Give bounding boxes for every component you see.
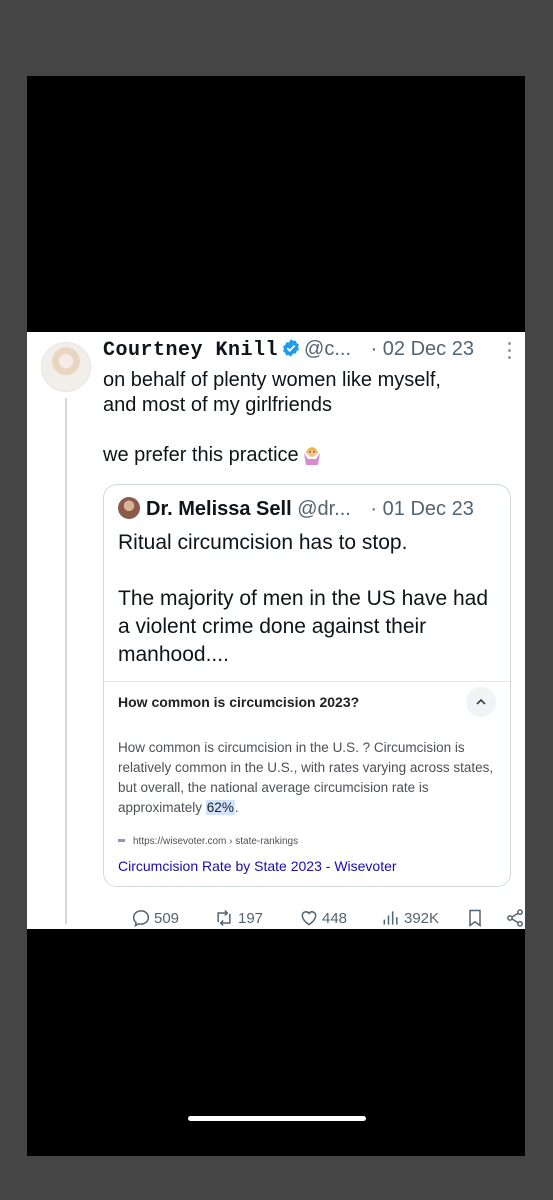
tweet-header: Courtney Knill @c... · 02 Dec 23 [103,338,523,368]
action-bar: 509 197 448 392K [103,908,523,932]
author-handle[interactable]: @c... [304,338,351,360]
retweet-count: 197 [238,909,264,927]
card-body: How common is circumcision in the U.S. ?… [118,738,498,818]
quote-text: Ritual circumcision has to stop. The maj… [118,531,489,666]
woman-shrugging-emoji-icon [302,445,322,465]
author-avatar[interactable] [41,342,91,392]
quote-date: · 01 Dec 23 [370,498,474,520]
verified-badge-icon [281,338,301,364]
quote-author-avatar [118,497,140,519]
retweet-icon [217,909,231,927]
card-link: Circumcision Rate by State 2023 - Wisevo… [118,858,397,874]
thread-line [65,398,67,924]
share-icon [507,909,523,927]
like-count: 448 [322,909,348,927]
share-button[interactable] [505,908,528,928]
card-body-text: How common is circumcision in the U.S. ?… [118,740,494,815]
card-source: https://wisevoter.com › state-rankings [118,836,298,847]
embedded-search-card: How common is circumcision 2023? How com… [104,681,510,886]
quote-header: Dr. Melissa Sell @dr... · 01 Dec 23 [118,497,503,521]
author-name[interactable]: Courtney Knill [103,339,278,362]
card-title: How common is circumcision 2023? [118,694,360,710]
home-indicator[interactable] [188,1116,366,1121]
view-count: 392K [404,909,440,927]
tweet-date[interactable]: · 02 Dec 23 [371,338,474,360]
tweet-text-content: on behalf of plenty women like myself, a… [103,369,441,466]
phone-screen: Courtney Knill @c... · 02 Dec 23 on behal… [27,76,525,1156]
tweet-text: on behalf of plenty women like myself, a… [103,368,513,468]
views-chart-icon [383,911,398,925]
card-body-end: . [234,800,239,815]
bookmark-button[interactable] [465,908,488,928]
retweet-button[interactable]: 197 [213,908,263,928]
heart-icon [301,911,317,926]
chevron-up-icon [466,687,496,717]
more-options-icon[interactable] [507,342,513,362]
quote-author-name: Dr. Melissa Sell [146,498,292,520]
quoted-tweet[interactable]: Dr. Melissa Sell @dr... · 01 Dec 23 Ritu… [103,484,511,887]
bookmark-icon [469,909,481,927]
card-highlight: 62% [205,800,235,815]
quote-author-handle: @dr... [297,498,351,520]
views-button[interactable]: 392K [381,908,439,928]
card-source-url: https://wisevoter.com › state-rankings [133,836,299,847]
reply-icon [132,910,150,927]
reply-count: 509 [154,909,180,927]
reply-button[interactable]: 509 [131,908,179,928]
tweet[interactable]: Courtney Knill @c... · 02 Dec 23 on behal… [27,332,525,929]
like-button[interactable]: 448 [299,908,347,928]
site-favicon-icon [118,839,125,842]
